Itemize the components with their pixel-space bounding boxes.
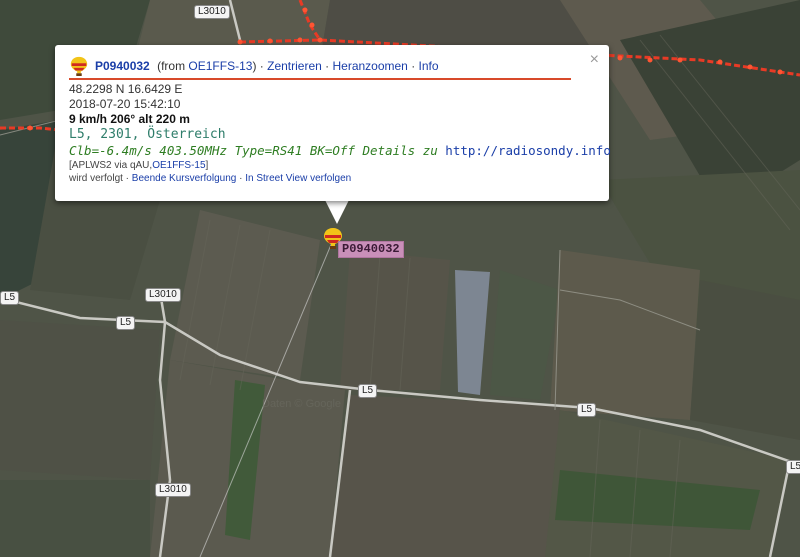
stop-tracking-link[interactable]: Beende Kursverfolgung (132, 173, 237, 184)
marker-label[interactable]: P0940032 (338, 241, 404, 258)
road-label-l5: L5 (116, 316, 136, 330)
info-link[interactable]: Info (419, 59, 439, 73)
popup-tail (325, 200, 349, 224)
close-popup-button[interactable]: × (590, 52, 599, 68)
zoom-in-link[interactable]: Heranzoomen (332, 59, 407, 73)
road-label-l5: L5 (358, 384, 378, 398)
road-label-l3010: L3010 (145, 288, 181, 302)
from-station-link[interactable]: OE1FFS-13 (188, 59, 252, 73)
road-label-l5: L5 (0, 291, 20, 305)
speed-altitude: 9 km/h 206° alt 220 m (69, 112, 190, 126)
road-label-l5: L5 (786, 460, 800, 474)
path-suffix: ] (205, 160, 209, 171)
road-label-l3010: L3010 (194, 5, 230, 19)
tracked-status: wird verfolgt · (69, 173, 132, 184)
station-callsign-link[interactable]: P0940032 (95, 59, 150, 73)
comment-text: Clb=-6.4m/s 403.50MHz Type=RS41 BK=Off D… (69, 143, 446, 158)
station-info-popup: × P0940032 (from OE1FFS-13 ) · Zentriere… (55, 45, 611, 201)
balloon-icon (70, 56, 88, 76)
from-prefix: (from (153, 59, 189, 73)
road-label-l5: L5 (577, 403, 597, 417)
tracking-actions: wird verfolgt · Beende Kursverfolgung · … (69, 172, 595, 186)
coordinates: 48.2298 N 16.6429 E (69, 82, 183, 96)
path-prefix: [APLWS2 via qAU, (69, 160, 153, 171)
popup-body: 48.2298 N 16.6429 E 2018-07-20 15:42:10 … (69, 82, 611, 186)
street-view-follow-link[interactable]: In Street View verfolgen (245, 173, 351, 184)
road-label-l3010: L3010 (155, 483, 191, 497)
popup-header: P0940032 (from OE1FFS-13 ) · Zentrieren … (69, 54, 571, 80)
station-comment: Clb=-6.4m/s 403.50MHz Type=RS41 BK=Off D… (69, 143, 611, 159)
separator: · (236, 173, 246, 184)
location-address: L5, 2301, Österreich (69, 127, 226, 142)
separator: · (407, 59, 419, 73)
packet-path: [APLWS2 via qAU,OE1FFS-15] (69, 159, 595, 172)
igate-station-link[interactable]: OE1FFS-15 (152, 160, 205, 171)
radiosondy-url-link[interactable]: http://radiosondy.info (445, 143, 611, 158)
separator: · (256, 59, 268, 73)
separator: · (321, 59, 333, 73)
center-link[interactable]: Zentrieren (267, 59, 322, 73)
timestamp: 2018-07-20 15:42:10 (69, 97, 181, 111)
map-watermark: Daten © Google (262, 398, 342, 410)
